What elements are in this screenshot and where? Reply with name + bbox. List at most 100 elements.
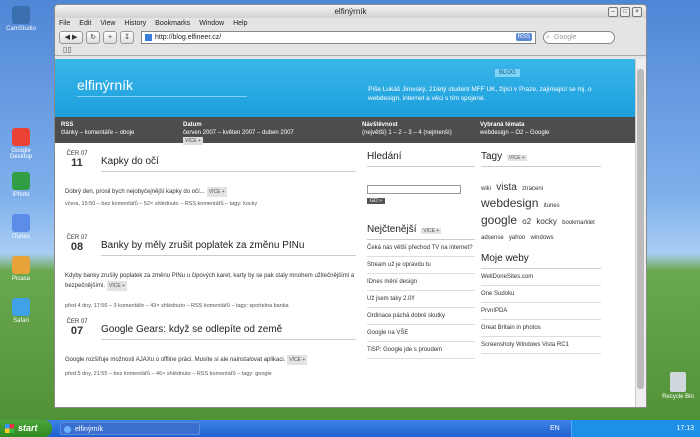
taskbar-item-browser[interactable]: elfinýrník	[60, 422, 200, 435]
post-title[interactable]: Banky by měly zrušit poplatek za změnu P…	[101, 240, 304, 251]
latest-item[interactable]: TiSP: Google jde s proudem	[367, 342, 475, 359]
menu-item[interactable]: Bookmarks	[155, 18, 190, 29]
post-meta[interactable]: před 4 dny, 17:56 – 3 komentáře – 43× sh…	[65, 303, 289, 309]
post-title[interactable]: Google Gears: když se odlepíte od země	[101, 324, 282, 335]
search-title: Hledání	[367, 151, 402, 162]
post-title[interactable]: Kapky do očí	[101, 156, 159, 167]
latest-item[interactable]: Čeká nás větší přechod TV na internet?	[367, 240, 475, 257]
nav-section[interactable]: Vybraná témata webdesign – O2 – Google	[474, 117, 620, 143]
post-more-button[interactable]: VÍCE +	[287, 355, 308, 365]
site-search-input[interactable]	[367, 185, 461, 194]
mysite-link[interactable]: WellDoneSites.com	[481, 269, 601, 286]
menu-item[interactable]: Edit	[79, 18, 91, 29]
menu-item[interactable]: View	[100, 18, 115, 29]
latest-more-button[interactable]: VÍCE +	[421, 228, 442, 234]
tag-link[interactable]: windows	[531, 235, 554, 241]
nav-section[interactable]: Návštěvnost (největší) 1 – 2 – 3 – 4 (nej…	[356, 117, 474, 143]
tag-link[interactable]: ztraceni	[522, 186, 543, 192]
vertical-scrollbar[interactable]	[635, 59, 646, 407]
desktop-icon[interactable]: iTunes	[6, 214, 36, 240]
latest-item[interactable]: IDnes mění design	[367, 274, 475, 291]
recycle-bin-icon[interactable]: Recycle Bin	[662, 372, 694, 400]
window-titlebar[interactable]: elfinýrník – □ ×	[55, 5, 646, 18]
tag-link[interactable]: itunes	[544, 203, 560, 209]
system-tray: 17:13	[571, 420, 700, 437]
post-meta[interactable]: včera, 15:50 – bez komentářů – 52× shléd…	[65, 201, 257, 207]
post-excerpt: Google rozšiřuje možnosti AJAXu o offlin…	[65, 357, 286, 363]
menu-item[interactable]: Window	[199, 18, 224, 29]
tag-link[interactable]: yahoo	[509, 235, 525, 241]
post-day: 07	[70, 325, 84, 337]
nav-links[interactable]: (největší) 1 – 2 – 3 – 4 (nejmenší)	[362, 129, 474, 137]
tag-link[interactable]: google	[481, 213, 517, 227]
menu-item[interactable]: History	[124, 18, 146, 29]
latest-item[interactable]: Google na VŠE	[367, 325, 475, 342]
desktop-icon[interactable]: Google Desktop	[6, 128, 36, 160]
add-bookmark-icon[interactable]: +	[103, 30, 117, 44]
address-bar[interactable]: http://blog.elfineer.cz/ RSS	[141, 30, 536, 44]
bookmarks-bar: ▯▯	[55, 45, 646, 56]
minimize-button[interactable]: –	[608, 7, 618, 17]
nav-links[interactable]: webdesign – O2 – Google	[480, 129, 620, 137]
desktop-icon[interactable]: iPhoto	[6, 172, 36, 198]
app-icon	[12, 298, 30, 316]
sidebar-right: Tagy VÍCE + wiki vista ztraceni webdesig…	[481, 151, 601, 354]
latest-item[interactable]: Stream už je opravdu tu	[367, 257, 475, 274]
favicon-icon	[145, 33, 152, 41]
tag-link[interactable]: o2	[522, 217, 531, 226]
tag-link[interactable]: kocky	[536, 217, 556, 226]
nav-links[interactable]: články – komentáře – oboje	[61, 129, 177, 137]
window-title: elfinýrník	[334, 7, 367, 16]
desktop-icon-label: iTunes	[12, 234, 30, 240]
scrollbar-thumb[interactable]	[637, 69, 644, 389]
post-more-button[interactable]: VÍCE +	[206, 187, 227, 197]
nav-section[interactable]: RSS články – komentáře – oboje	[55, 117, 177, 143]
tag-link[interactable]: webdesign	[481, 196, 538, 210]
nav-heading: RSS	[61, 122, 74, 128]
close-button[interactable]: ×	[632, 7, 642, 17]
maximize-button[interactable]: □	[620, 7, 630, 17]
mysite-link[interactable]: One Sudoku	[481, 286, 601, 303]
mysite-link[interactable]: PrvníPDA	[481, 303, 601, 320]
reload-icon[interactable]: ↻	[86, 30, 100, 44]
desktop-icon[interactable]: Safari	[6, 298, 36, 324]
tag-link[interactable]: wiki	[481, 186, 491, 192]
tag-link[interactable]: vista	[496, 182, 517, 193]
site-search-button[interactable]: GO »	[367, 198, 385, 204]
nav-section[interactable]: Datum červen 2007 – květen 2007 – duben 2…	[177, 117, 356, 145]
nav-more-button[interactable]: VÍCE +	[183, 137, 203, 145]
mysite-link[interactable]: Great Britain in photos	[481, 320, 601, 337]
desktop-icon[interactable]: Picasa	[6, 256, 36, 282]
app-icon	[12, 256, 30, 274]
tags-more-button[interactable]: VÍCE +	[506, 155, 527, 161]
post-body: Google rozšiřuje možnosti AJAXu o offlin…	[65, 355, 355, 365]
start-button[interactable]: start	[0, 420, 52, 437]
latest-item[interactable]: Ordinace páchá dobré skutky	[367, 308, 475, 325]
start-label: start	[18, 423, 38, 433]
app-icon	[12, 128, 30, 146]
taskbar: start elfinýrník EN 17:13	[0, 420, 700, 437]
web-page: elfinýrník BLOG Píše Lukáš Jirovský, 21l…	[55, 59, 635, 407]
post-date: ČER 07 11	[61, 151, 93, 169]
search-field[interactable]: ⌕ Google	[543, 30, 615, 44]
bookmarks-book-icon[interactable]: ▯▯	[63, 45, 72, 54]
language-indicator[interactable]: EN	[550, 420, 560, 437]
download-icon[interactable]: ↧	[120, 30, 134, 44]
tag-link[interactable]: adsense	[481, 235, 504, 241]
mysite-link[interactable]: Screenshoty Windows Vista RC1	[481, 337, 601, 354]
tag-link[interactable]: bookmarklet	[562, 220, 595, 226]
nav-links[interactable]: červen 2007 – květen 2007 – duben 2007	[183, 129, 356, 137]
rss-badge[interactable]: RSS	[515, 32, 532, 41]
latest-heading: Nejčtenější	[367, 224, 417, 235]
mysites-list: WellDoneSites.com One Sudoku PrvníPDA Great…	[481, 269, 601, 354]
post-meta[interactable]: před 5 dny, 21:55 – bez komentářů – 46× …	[65, 371, 272, 377]
post-more-button[interactable]: VÍCE +	[107, 281, 128, 291]
back-forward-button[interactable]: ◀ ▶	[59, 30, 83, 44]
site-logo[interactable]: elfinýrník	[77, 77, 247, 97]
menu-item[interactable]: File	[59, 18, 70, 29]
latest-item[interactable]: Už jsem taky 2.0!!	[367, 291, 475, 308]
desktop-icon[interactable]: CamStudio	[6, 6, 36, 32]
latest-list: Čeká nás větší přechod TV na internet? St…	[367, 240, 475, 359]
mysites-heading: Moje weby	[481, 253, 529, 264]
menu-item[interactable]: Help	[233, 18, 247, 29]
